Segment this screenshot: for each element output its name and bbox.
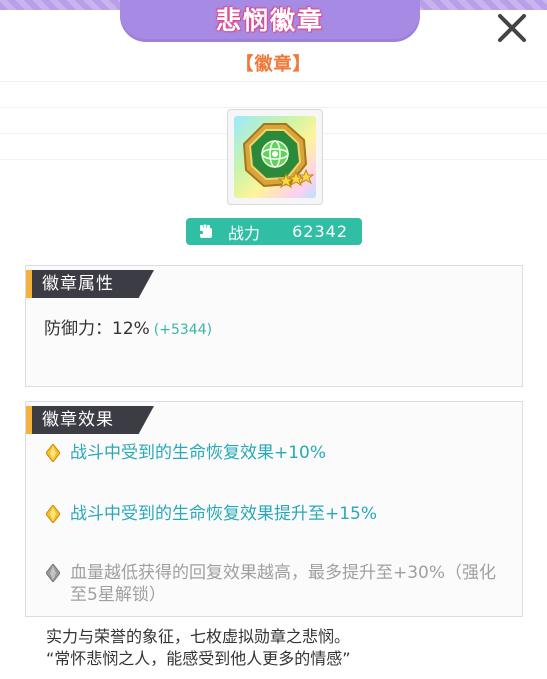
attributes-header: 徽章属性 (42, 274, 114, 294)
attribute-value: 12% (112, 319, 150, 339)
panel-header-accent (26, 406, 32, 434)
attribute-label: 防御力： (44, 319, 112, 339)
gold-gem-icon (46, 505, 60, 523)
attributes-panel: 徽章属性 防御力：12% (+5344) (25, 265, 523, 387)
badge-frame (227, 109, 323, 205)
badge-description: 实力与荣誉的象征，七枚虚拟勋章之悲悯。 “常怀悲悯之人，能感受到他人更多的情感” (46, 626, 351, 670)
effect-item: 战斗中受到的生命恢复效果+10% (46, 442, 510, 464)
power-label: 战力 (228, 223, 261, 243)
badge-image (234, 116, 316, 198)
gray-gem-icon (46, 564, 60, 582)
fist-icon (196, 222, 216, 242)
effects-panel: 徽章效果 战斗中受到的生命恢复效果+10% 战斗中受到的生命恢复效果提升至+15… (25, 401, 523, 617)
effect-item-locked: 血量越低获得的回复效果越高，最多提升至+30%（强化至5星解锁） (46, 562, 510, 606)
effect-text: 血量越低获得的回复效果越高，最多提升至+30%（强化至5星解锁） (70, 563, 497, 605)
attribute-bonus: (+5344) (153, 322, 213, 338)
effect-item: 战斗中受到的生命恢复效果提升至+15% (46, 503, 510, 525)
combat-power-pill: 战力 62342 (186, 218, 362, 245)
effect-text: 战斗中受到的生命恢复效果+10% (70, 443, 327, 463)
description-line-2: “常怀悲悯之人，能感受到他人更多的情感” (46, 649, 351, 668)
item-type-subtitle: 【徽章】 (235, 54, 312, 75)
description-line-1: 实力与荣誉的象征，七枚虚拟勋章之悲悯。 (46, 627, 351, 646)
effect-text: 战斗中受到的生命恢复效果提升至+15% (70, 504, 378, 524)
panel-header-accent (26, 270, 32, 298)
dialog-title: 悲悯徽章 (215, 6, 324, 35)
power-value: 62342 (292, 222, 348, 241)
defense-attribute: 防御力：12% (+5344) (44, 314, 212, 339)
close-button[interactable] (490, 6, 534, 50)
gold-gem-icon (46, 444, 60, 462)
effects-header: 徽章效果 (42, 410, 114, 430)
close-icon (498, 14, 526, 42)
emblem-badge-icon (242, 123, 315, 189)
